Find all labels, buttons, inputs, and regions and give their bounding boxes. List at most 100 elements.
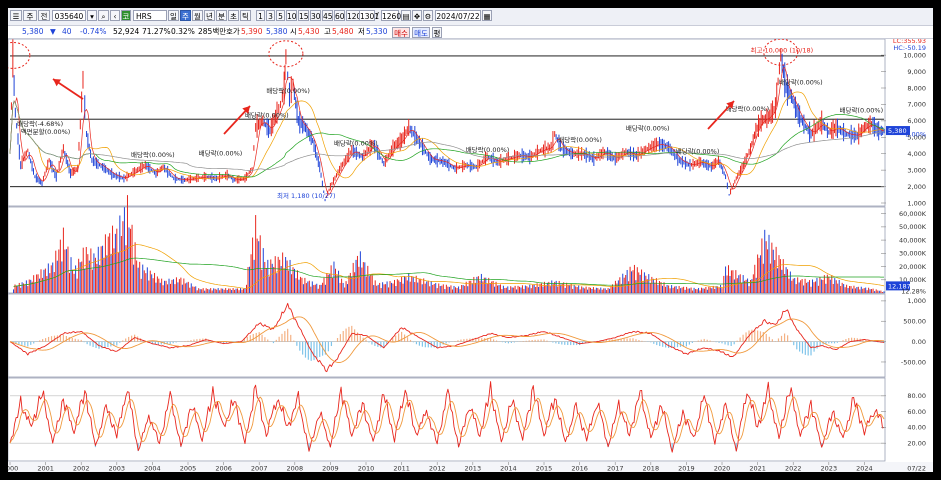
annotation-label: 배당락(0.00%): [245, 111, 289, 120]
annotation-label: 배당락(0.00%): [266, 86, 310, 95]
annotation-label: 최저 1,180 (10/27): [277, 191, 336, 200]
market-badge: 코: [121, 10, 131, 21]
dropdown-icon[interactable]: ▾: [87, 10, 97, 21]
prefix-button[interactable]: 전: [38, 10, 50, 21]
price-frame: [8, 39, 886, 207]
volume-value: 52,924: [113, 27, 140, 36]
minute-option[interactable]: 1: [256, 10, 265, 21]
minute-option[interactable]: 60: [334, 10, 345, 21]
minute-option[interactable]: 30: [310, 10, 321, 21]
x-tick-label: 2015: [536, 465, 553, 473]
open-label: 시: [290, 27, 297, 36]
volume-axis-tick-label: 50,000K: [899, 223, 927, 231]
ask-label: 호가: [226, 27, 240, 36]
period-tab[interactable]: 틱: [240, 10, 251, 21]
hc-label: HC:-50.19: [893, 44, 926, 52]
search-icon[interactable]: ⌕: [98, 10, 109, 21]
x-tick-label: 2009: [322, 465, 339, 473]
price-axis-tick-label: 9,000: [907, 68, 926, 76]
minute-option[interactable]: 15: [298, 10, 309, 21]
x-axis: 2000 2001 2002 2003 2004 2005 2006 2007 2008 2009…: [8, 462, 933, 472]
chart-type-icon[interactable]: ▤: [401, 10, 411, 21]
settings-icon[interactable]: ✥: [412, 10, 422, 21]
macd-axis-tick-label: 1,000: [907, 297, 926, 305]
annotation-label: 배당락(0.00%): [676, 147, 720, 156]
x-tick-label: 2012: [429, 465, 446, 473]
period-tab[interactable]: 주: [180, 10, 191, 21]
x-tick-label: 2017: [607, 465, 624, 473]
minute-option[interactable]: 45: [322, 10, 333, 21]
gear-icon[interactable]: ⚙: [423, 10, 433, 21]
stochastic-axis-tick-label: 60.00: [907, 408, 926, 416]
period-tab[interactable]: 일: [168, 10, 179, 21]
x-tick-label: 2010: [358, 465, 375, 473]
calendar-icon[interactable]: ▦: [482, 10, 492, 21]
period-tab[interactable]: 년: [204, 10, 215, 21]
chart-window: ☰ 주 전 035640 ▾ ⌕ ‹ 코 HRS 일주월년분초틱 1 3 5 10 15…: [8, 8, 933, 472]
toolbar: ☰ 주 전 035640 ▾ ⌕ ‹ 코 HRS 일주월년분초틱 1 3 5 10 15…: [8, 8, 933, 26]
volume-pct-label: 12.28%: [901, 287, 926, 295]
chart-area: 10,0009,0008,0007,0006,0005,0004,0003,00…: [8, 39, 933, 472]
stochastic-axis-tick-label: 20.00: [907, 440, 926, 448]
high-price: 5,480: [332, 27, 354, 36]
buy-button[interactable]: 매수: [392, 27, 410, 38]
annotation-label: 배당락(0.00%): [558, 135, 602, 144]
sell-button[interactable]: 매도: [412, 27, 430, 38]
minute-option[interactable]: 10: [286, 10, 297, 21]
volume-axis-tick-label: 30,000K: [899, 250, 927, 258]
x-tick-label: 2003: [109, 465, 126, 473]
stochastic-axis-tick-label: 40.00: [907, 424, 926, 432]
annotation-label: 배당락(0.00%): [131, 150, 175, 159]
stock-code-input[interactable]: 035640: [52, 10, 86, 21]
price-axis-tick-label: 3,000: [907, 166, 926, 174]
period-tab[interactable]: 분: [216, 10, 227, 21]
x-tick-label: 2008: [287, 465, 304, 473]
arrow-button[interactable]: 주: [23, 10, 37, 21]
price-axis-tick-label: 10,000: [903, 51, 926, 59]
x-tick-label: 2024: [856, 465, 873, 473]
period-tab[interactable]: 초: [228, 10, 239, 21]
annotation-label: 배당락(0.00%): [199, 148, 243, 157]
extra-button[interactable]: 평: [432, 27, 442, 38]
x-tick-label: 2013: [465, 465, 482, 473]
down-arrow-icon: ▼: [50, 27, 56, 36]
count-input[interactable]: 1301: [359, 10, 379, 21]
ask-price: 5,390: [241, 27, 263, 36]
minute-option[interactable]: 5: [276, 10, 285, 21]
low-label: 저: [358, 27, 365, 36]
date-input[interactable]: 2024/07/22: [435, 10, 481, 21]
x-end-label: 07/22: [907, 465, 926, 473]
prev-icon[interactable]: ‹: [110, 10, 120, 21]
volume-axis-tick-label: 40,000K: [899, 236, 927, 244]
x-tick-label: 2018: [643, 465, 660, 473]
price-axis-tick-label: 4,000: [907, 150, 926, 158]
x-tick-label: 2020: [714, 465, 731, 473]
x-tick-label: 2022: [785, 465, 802, 473]
total-count: 1260: [381, 10, 402, 21]
minute-option[interactable]: 3: [266, 10, 275, 21]
x-tick-label: 2021: [749, 465, 766, 473]
turnover-ratio: 0.32%: [171, 27, 195, 36]
volume-axis-tick-label: 20,000K: [899, 263, 927, 271]
stochastic-axis-tick-label: 80.00: [907, 392, 926, 400]
stochastic-panel: 80.00 60.00 40.00 20.00: [8, 377, 926, 462]
trade-amount: 285백만: [198, 27, 227, 36]
count-separator: /: [376, 11, 379, 20]
period-tab[interactable]: 월: [192, 10, 203, 21]
x-tick-label: 2014: [500, 465, 517, 473]
open-price: 5,430: [298, 27, 320, 36]
price-panel: 10,0009,0008,0007,0006,0005,0004,0003,00…: [8, 39, 926, 207]
low-price: 5,330: [366, 27, 388, 36]
current-price: 5,380: [22, 27, 44, 36]
menu-icon[interactable]: ☰: [10, 10, 22, 21]
price-change-pct: -0.74%: [80, 27, 107, 36]
x-tick-label: 2007: [251, 465, 268, 473]
volume-ratio: 71.27%: [142, 27, 171, 36]
price-change-pct-label: -2.00%: [903, 131, 926, 139]
quote-bar: 5,380 ▼ 40 -0.74% 52,924 71.27% 0.32% 28…: [8, 26, 933, 39]
annotation-label: 배당락(0.00%): [626, 124, 670, 133]
x-tick-label: 2000: [8, 465, 18, 473]
annotation-label: 배당락(0.00%): [466, 145, 510, 154]
annotation-label: 배당락(0.00%): [334, 139, 378, 148]
x-tick-label: 2001: [37, 465, 54, 473]
